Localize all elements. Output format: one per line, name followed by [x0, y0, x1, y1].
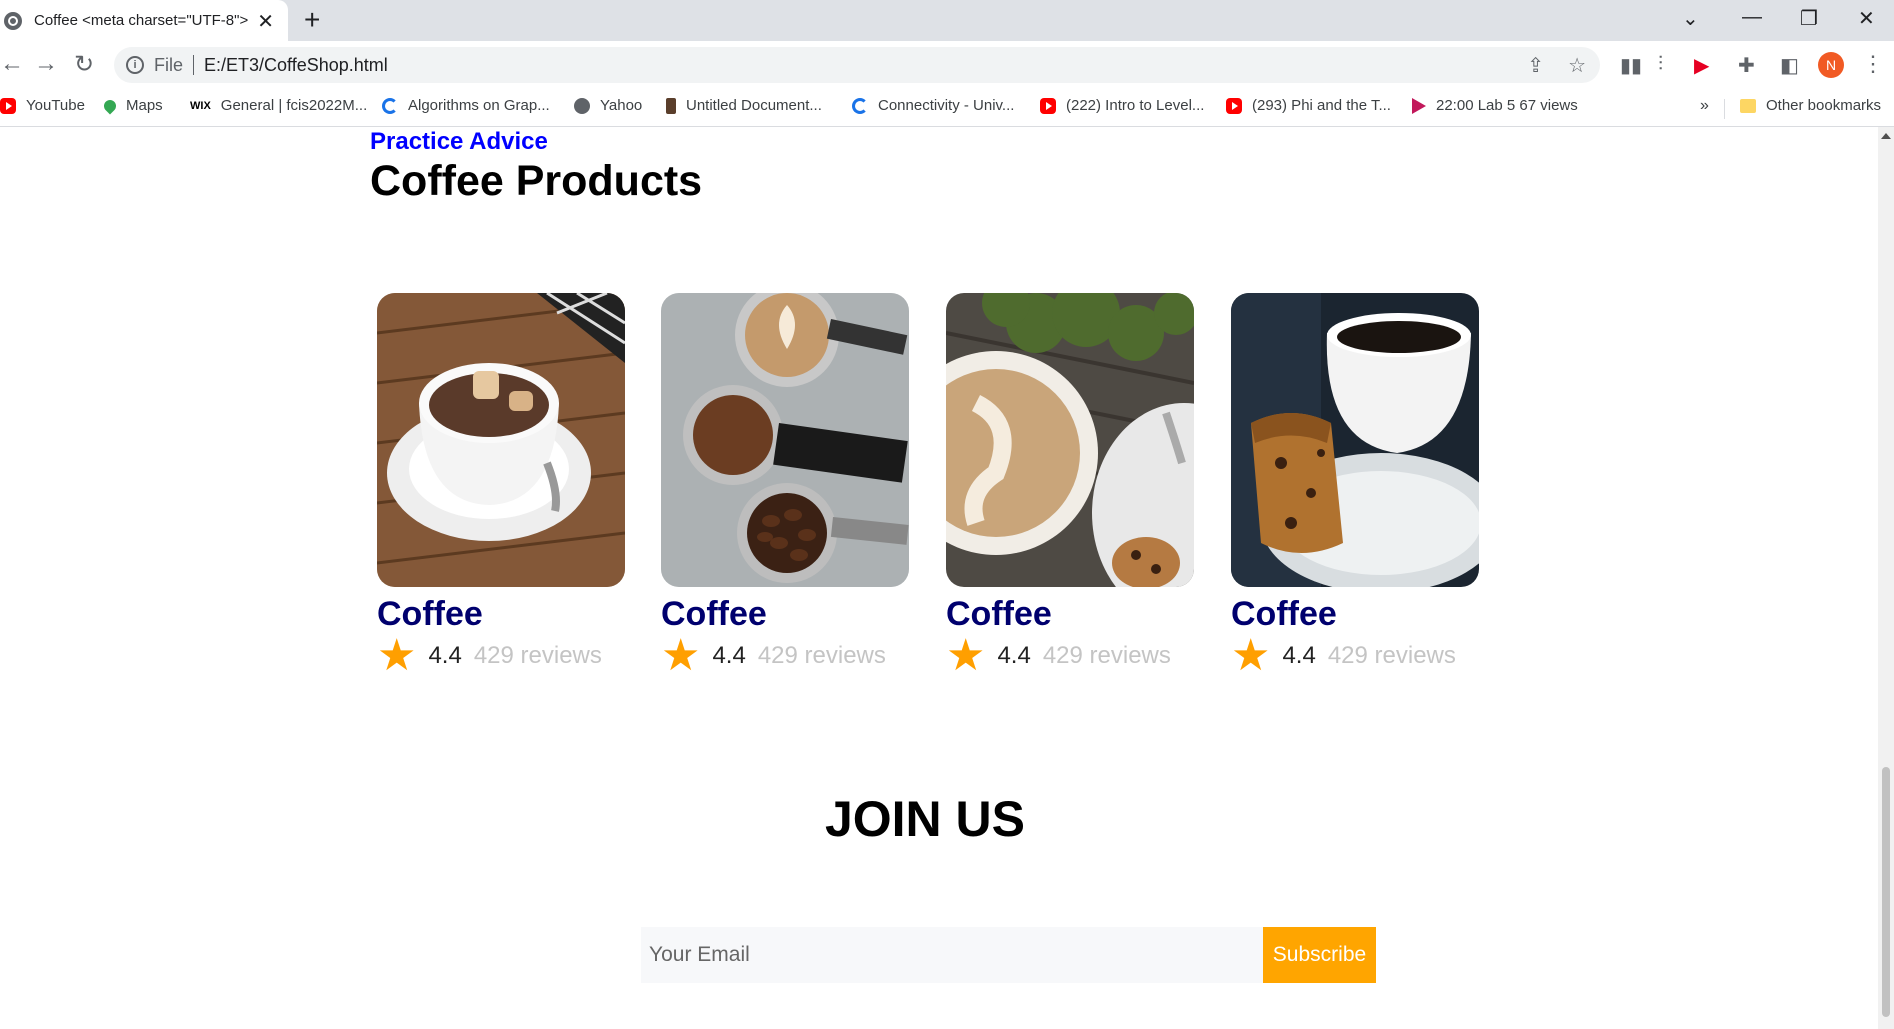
tab-active[interactable]: Coffee <meta charset="UTF-8"> ✕	[0, 0, 288, 41]
equalizer-icon[interactable]: ⫶	[1658, 53, 1663, 76]
reload-icon[interactable]: ↻	[74, 50, 94, 79]
bookmark-connectivity[interactable]: Connectivity - Univ...	[852, 97, 1014, 114]
bookmark-algorithms[interactable]: Algorithms on Grap...	[382, 97, 550, 114]
youtube-icon	[1226, 97, 1242, 114]
section-kicker: Practice Advice	[370, 128, 548, 155]
bookmark-youtube[interactable]: YouTube	[0, 97, 85, 114]
rating-score: 4.4	[428, 642, 462, 669]
star-icon: ★	[946, 631, 986, 680]
globe-icon	[574, 97, 590, 114]
browser-toolbar: ← → ↻ i File E:/ET3/CoffeShop.html ⇪ ☆ ▮…	[0, 41, 1894, 89]
product-rating: ★ 4.4 429 reviews	[661, 631, 909, 680]
document-icon	[666, 97, 676, 114]
bookmark-wix[interactable]: WIX General | fcis2022M...	[190, 97, 367, 114]
product-image[interactable]	[1231, 293, 1479, 587]
maps-icon	[101, 97, 119, 114]
product-name[interactable]: Coffee	[377, 595, 625, 634]
tab-search-icon[interactable]: ⌄	[1682, 6, 1699, 31]
youtube-icon	[0, 97, 16, 114]
product-rating: ★ 4.4 429 reviews	[946, 631, 1194, 680]
rating-score: 4.4	[997, 642, 1031, 669]
extensions-puzzle-icon[interactable]: ✚	[1738, 53, 1755, 78]
minimize-icon[interactable]: —	[1742, 6, 1762, 29]
close-window-icon[interactable]: ✕	[1858, 6, 1875, 31]
bookmark-maps[interactable]: Maps	[101, 97, 163, 114]
rating-score: 4.4	[1282, 642, 1316, 669]
product-image[interactable]	[661, 293, 909, 587]
youtube-icon	[1040, 97, 1056, 114]
rating-score: 4.4	[712, 642, 746, 669]
coursera-icon	[852, 97, 868, 114]
product-card[interactable]: Coffee ★ 4.4 429 reviews	[661, 293, 909, 680]
join-us-heading: JOIN US	[824, 791, 1026, 847]
product-card[interactable]: Coffee ★ 4.4 429 reviews	[946, 293, 1194, 680]
bookmarks-bar: YouTube Maps WIX General | fcis2022M... …	[0, 89, 1894, 127]
restore-icon[interactable]: ❐	[1800, 6, 1818, 31]
star-icon: ★	[661, 631, 701, 680]
globe-icon	[4, 11, 22, 30]
review-count: 429 reviews	[1042, 642, 1171, 669]
url-text[interactable]: E:/ET3/CoffeShop.html	[204, 55, 388, 76]
bookmark-lab5[interactable]: 22:00 Lab 5 67 views	[1412, 97, 1578, 114]
subscribe-button[interactable]: Subscribe	[1263, 927, 1376, 983]
scroll-up-icon[interactable]	[1881, 133, 1891, 139]
bookmark-star-icon[interactable]: ☆	[1568, 53, 1586, 78]
bookmark-phi[interactable]: (293) Phi and the T...	[1226, 97, 1391, 114]
product-name[interactable]: Coffee	[1231, 595, 1479, 634]
new-tab-icon[interactable]: +	[304, 4, 320, 36]
product-image[interactable]	[946, 293, 1194, 587]
product-name[interactable]: Coffee	[661, 595, 909, 634]
review-count: 429 reviews	[473, 642, 602, 669]
other-bookmarks[interactable]: Other bookmarks	[1740, 97, 1881, 114]
play-icon	[1412, 97, 1426, 114]
address-bar[interactable]: i File E:/ET3/CoffeShop.html ⇪ ☆	[114, 47, 1600, 83]
email-input[interactable]	[641, 927, 1263, 983]
coursera-icon	[382, 97, 398, 114]
wix-icon: WIX	[190, 99, 211, 112]
profile-avatar[interactable]: N	[1818, 52, 1844, 78]
review-count: 429 reviews	[1327, 642, 1456, 669]
share-icon[interactable]: ⇪	[1527, 53, 1544, 78]
star-icon: ★	[1231, 631, 1271, 680]
product-image[interactable]	[377, 293, 625, 587]
youtube-extension-icon[interactable]: ▶	[1694, 53, 1709, 78]
info-icon[interactable]: i	[126, 56, 144, 74]
product-rating: ★ 4.4 429 reviews	[1231, 631, 1479, 680]
page-viewport: Practice Advice Coffee Products Coffee ★…	[0, 127, 1878, 1029]
product-name[interactable]: Coffee	[946, 595, 1194, 634]
menu-icon[interactable]: ⋮	[1862, 51, 1884, 77]
folder-icon	[1740, 98, 1756, 113]
extension-graph-icon[interactable]: ▮▮	[1620, 53, 1642, 78]
bookmark-intro-to-level[interactable]: (222) Intro to Level...	[1040, 97, 1204, 114]
more-bookmarks-button[interactable]: »	[1700, 97, 1709, 115]
close-tab-icon[interactable]: ✕	[257, 9, 274, 34]
url-divider	[193, 55, 195, 75]
back-icon[interactable]: ←	[0, 50, 24, 78]
tab-strip: Coffee <meta charset="UTF-8"> ✕ + ⌄ — ❐ …	[0, 0, 1894, 41]
vertical-scrollbar[interactable]	[1878, 127, 1894, 1029]
url-scheme: File	[154, 54, 184, 75]
scroll-thumb[interactable]	[1882, 767, 1890, 1017]
star-icon: ★	[377, 631, 417, 680]
review-count: 429 reviews	[757, 642, 886, 669]
side-panel-icon[interactable]: ◧	[1780, 53, 1799, 78]
bookmark-yahoo[interactable]: Yahoo	[574, 97, 642, 114]
tab-title: Coffee <meta charset="UTF-8">	[34, 12, 249, 29]
bookmark-untitled-document[interactable]: Untitled Document...	[666, 97, 822, 114]
forward-icon[interactable]: →	[34, 50, 58, 78]
product-card[interactable]: Coffee ★ 4.4 429 reviews	[1231, 293, 1479, 680]
bookmarks-divider	[1724, 99, 1725, 119]
product-rating: ★ 4.4 429 reviews	[377, 631, 625, 680]
product-card[interactable]: Coffee ★ 4.4 429 reviews	[377, 293, 625, 680]
section-title: Coffee Products	[370, 157, 703, 205]
